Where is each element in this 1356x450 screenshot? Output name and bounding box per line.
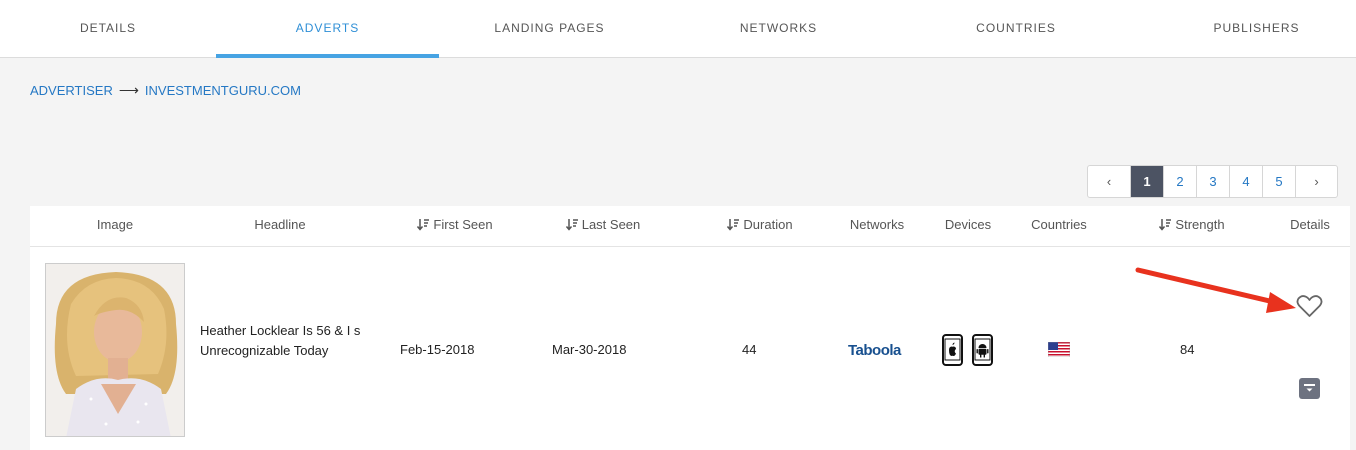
sort-icon [565,218,578,231]
advert-image [46,264,184,436]
tab-publishers[interactable]: PUBLISHERS [1135,0,1356,58]
pagination: ‹ 1 2 3 4 5 › [1087,165,1338,198]
page-2-button[interactable]: 2 [1163,166,1196,197]
column-duration[interactable]: Duration [710,206,810,247]
column-headline: Headline [254,217,306,232]
tab-landing-pages[interactable]: LANDING PAGES [439,0,660,58]
column-strength-label: Strength [1175,217,1225,232]
column-duration-label: Duration [743,217,793,232]
column-first-seen-label: First Seen [433,217,493,232]
breadcrumb-separator-icon: ⟶ [118,82,139,98]
tab-bar: DETAILS ADVERTS LANDING PAGES NETWORKS C… [0,0,1356,58]
sort-icon [417,218,430,231]
apple-phone-icon [942,334,963,371]
prev-page-button[interactable]: ‹ [1088,166,1130,197]
tab-networks[interactable]: NETWORKS [660,0,897,58]
us-flag-icon [1047,341,1071,362]
strength-value: 84 [1180,342,1195,357]
page-4-button[interactable]: 4 [1229,166,1262,197]
tab-countries[interactable]: COUNTRIES [897,0,1135,58]
android-phone-icon [972,334,993,371]
taboola-logo: Taboola [848,342,901,359]
next-page-button[interactable]: › [1295,166,1337,197]
column-networks: Networks [849,217,905,232]
tab-details[interactable]: DETAILS [0,0,216,58]
advert-headline[interactable]: Heather Locklear Is 56 & I s Unrecogniza… [200,321,370,361]
table-header: Image Headline First Seen Last Seen Dura… [30,206,1350,247]
column-details: Details [1290,217,1330,232]
favorite-heart-icon[interactable] [1296,294,1323,323]
advert-thumbnail[interactable] [45,263,185,437]
tab-adverts[interactable]: ADVERTS [216,0,439,58]
page-3-button[interactable]: 3 [1196,166,1229,197]
breadcrumb-advertiser-link[interactable]: ADVERTISER [30,83,113,98]
column-image: Image [96,217,134,232]
first-seen-value: Feb-15-2018 [400,342,475,357]
column-last-seen[interactable]: Last Seen [548,206,658,247]
breadcrumb-current-link[interactable]: INVESTMENTGURU.COM [145,83,301,98]
column-countries: Countries [1031,217,1087,232]
archive-icon[interactable] [1299,378,1320,399]
page-1-button[interactable]: 1 [1130,166,1163,197]
column-first-seen[interactable]: First Seen [395,206,515,247]
column-last-seen-label: Last Seen [581,217,641,232]
breadcrumb: ADVERTISER ⟶ INVESTMENTGURU.COM [30,82,301,99]
last-seen-value: Mar-30-2018 [552,342,627,357]
sort-icon [1159,218,1172,231]
duration-value: 44 [742,342,757,357]
column-devices: Devices [944,217,992,232]
adverts-table: Image Headline First Seen Last Seen Dura… [30,206,1350,450]
sort-icon [727,218,740,231]
column-strength[interactable]: Strength [1142,206,1242,247]
page-5-button[interactable]: 5 [1262,166,1295,197]
